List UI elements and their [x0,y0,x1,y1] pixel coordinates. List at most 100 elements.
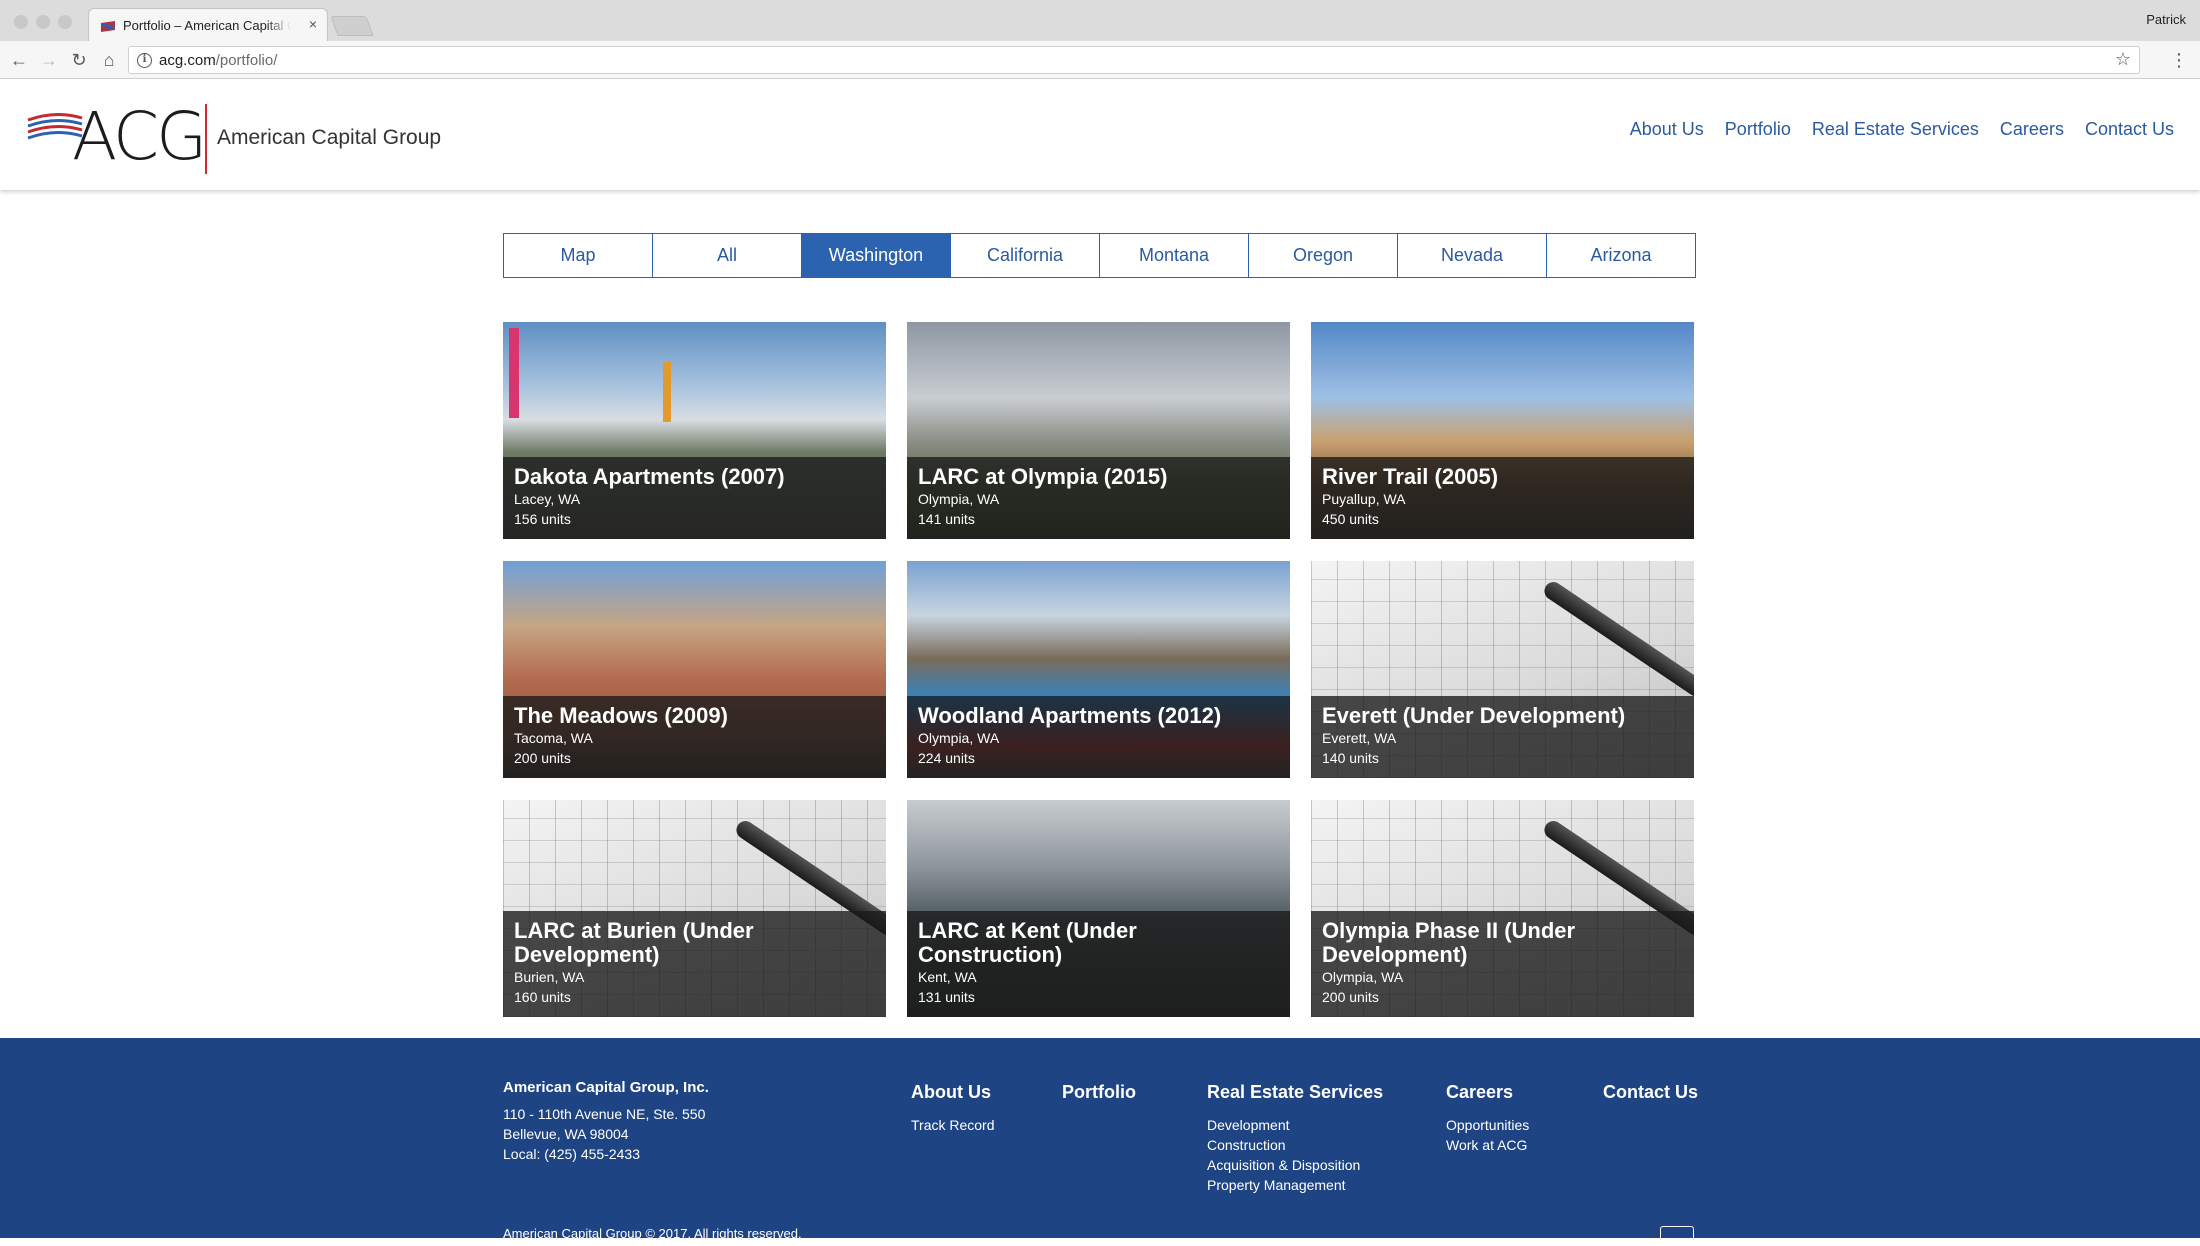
footer-link-construction[interactable]: Construction [1207,1135,1383,1155]
window-zoom-button[interactable] [58,15,72,29]
nav-real-estate-services[interactable]: Real Estate Services [1812,119,1979,140]
property-title: Dakota Apartments (2007) [514,464,785,489]
footer-copyright: American Capital Group © 2017. All right… [503,1226,802,1241]
property-caption: Woodland Apartments (2012) Olympia, WA 2… [907,696,1290,778]
property-units: 200 units [514,750,571,766]
acg-flag-icon [100,21,116,32]
browser-tab[interactable]: Portfolio – American Capital Group × [88,8,328,41]
footer-link-development[interactable]: Development [1207,1115,1383,1135]
footer-heading-portfolio[interactable]: Portfolio [1062,1082,1136,1103]
property-units: 141 units [918,511,975,527]
footer-col-about: About Us Track Record [911,1082,995,1135]
property-title: Woodland Apartments (2012) [918,703,1222,728]
property-card[interactable]: Everett (Under Development) Everett, WA … [1311,561,1694,778]
property-card[interactable]: The Meadows (2009) Tacoma, WA 200 units [503,561,886,778]
nav-portfolio[interactable]: Portfolio [1725,119,1791,140]
property-card[interactable]: Olympia Phase II (Under Development) Oly… [1311,800,1694,1017]
property-title: LARC at Burien (Under Development) [514,918,754,967]
tab-montana[interactable]: Montana [1100,234,1249,277]
tab-title: Portfolio – American Capital Group [123,18,291,33]
property-caption: Dakota Apartments (2007) Lacey, WA 156 u… [503,457,886,539]
browser-toolbar: ← → ↻ ⌂ i acg.com/portfolio/ ☆ ⋮ [0,41,2200,79]
tab-all[interactable]: All [653,234,802,277]
footer-link-work-at-acg[interactable]: Work at ACG [1446,1135,1529,1155]
property-title: LARC at Kent (Under Construction) [918,918,1137,967]
menu-icon[interactable]: ⋮ [2170,49,2188,71]
property-card[interactable]: Dakota Apartments (2007) Lacey, WA 156 u… [503,322,886,539]
property-location: Lacey, WA [514,491,581,507]
property-card[interactable]: River Trail (2005) Puyallup, WA 450 unit… [1311,322,1694,539]
property-location: Olympia, WA [918,491,1000,507]
property-units: 224 units [918,750,975,766]
property-units: 450 units [1322,511,1379,527]
acg-logo[interactable]: ACG American Capital Group [26,98,446,175]
site-header: ACG American Capital Group About Us Port… [0,79,2200,190]
property-location: Tacoma, WA [514,730,593,746]
info-icon[interactable]: i [137,53,152,68]
back-icon[interactable]: ← [8,49,30,71]
property-units: 156 units [514,511,571,527]
footer-link-acquisition[interactable]: Acquisition & Disposition [1207,1155,1383,1175]
property-units: 160 units [514,989,571,1005]
nav-careers[interactable]: Careers [2000,119,2064,140]
tab-arizona[interactable]: Arizona [1547,234,1695,277]
footer-link-track-record[interactable]: Track Record [911,1115,995,1135]
property-location: Burien, WA [514,969,585,985]
property-caption: Everett (Under Development) Everett, WA … [1311,696,1694,778]
tab-map[interactable]: Map [504,234,653,277]
address-bar[interactable]: i acg.com/portfolio/ ☆ [128,46,2140,74]
property-title: River Trail (2005) [1322,464,1499,489]
property-card[interactable]: Woodland Apartments (2012) Olympia, WA 2… [907,561,1290,778]
tab-washington[interactable]: Washington [802,234,951,277]
footer-col-careers: Careers Opportunities Work at ACG [1446,1082,1529,1155]
home-icon[interactable]: ⌂ [98,49,120,71]
social-link-icon[interactable] [1660,1226,1694,1246]
nav-contact-us[interactable]: Contact Us [2085,119,2174,140]
footer-address-line: Bellevue, WA 98004 [503,1126,629,1142]
region-filter-tabs: Map All Washington California Montana Or… [503,233,1696,278]
property-card[interactable]: LARC at Kent (Under Construction) Kent, … [907,800,1290,1017]
footer-heading-about-us[interactable]: About Us [911,1082,995,1103]
tab-oregon[interactable]: Oregon [1249,234,1398,277]
property-location: Everett, WA [1322,730,1397,746]
reload-icon[interactable]: ↻ [68,49,90,71]
property-grid: Dakota Apartments (2007) Lacey, WA 156 u… [503,322,1695,1017]
property-card[interactable]: LARC at Olympia (2015) Olympia, WA 141 u… [907,322,1290,539]
property-title: Everett (Under Development) [1322,703,1626,728]
footer-heading-careers[interactable]: Careers [1446,1082,1529,1103]
footer-col-portfolio: Portfolio [1062,1082,1136,1115]
forward-icon[interactable]: → [38,49,60,71]
property-location: Olympia, WA [918,730,1000,746]
footer-heading-real-estate-services[interactable]: Real Estate Services [1207,1082,1383,1103]
star-icon[interactable]: ☆ [2115,49,2131,70]
footer-phone[interactable]: Local: (425) 455-2433 [503,1144,709,1164]
window-minimize-button[interactable] [36,15,50,29]
url-text[interactable]: acg.com/portfolio/ [159,52,277,69]
tab-nevada[interactable]: Nevada [1398,234,1547,277]
property-caption: Olympia Phase II (Under Development) Oly… [1311,911,1694,1017]
logo-text: ACG [72,98,207,175]
logo-divider [205,104,207,174]
window-close-button[interactable] [14,15,28,29]
new-tab-button[interactable] [330,16,374,36]
nav-about-us[interactable]: About Us [1630,119,1704,140]
tab-close-icon[interactable]: × [309,16,317,32]
main-nav: About Us Portfolio Real Estate Services … [1630,119,2174,140]
property-units: 200 units [1322,989,1379,1005]
footer-heading-contact-us[interactable]: Contact Us [1603,1082,1698,1103]
property-title: The Meadows (2009) [514,703,728,728]
footer-col-contact: Contact Us [1603,1082,1698,1115]
footer-company-name: American Capital Group, Inc. [503,1079,709,1096]
profile-name[interactable]: Patrick [2146,12,2186,27]
property-caption: LARC at Olympia (2015) Olympia, WA 141 u… [907,457,1290,539]
property-location: Kent, WA [918,969,977,985]
property-card[interactable]: LARC at Burien (Under Development) Burie… [503,800,886,1017]
browser-titlebar: Portfolio – American Capital Group × Pat… [0,0,2200,41]
tab-california[interactable]: California [951,234,1100,277]
property-location: Olympia, WA [1322,969,1404,985]
footer-link-opportunities[interactable]: Opportunities [1446,1115,1529,1135]
property-title: Olympia Phase II (Under Development) [1322,918,1576,967]
property-caption: LARC at Burien (Under Development) Burie… [503,911,886,1017]
property-caption: LARC at Kent (Under Construction) Kent, … [907,911,1290,1017]
footer-link-property-management[interactable]: Property Management [1207,1175,1383,1195]
